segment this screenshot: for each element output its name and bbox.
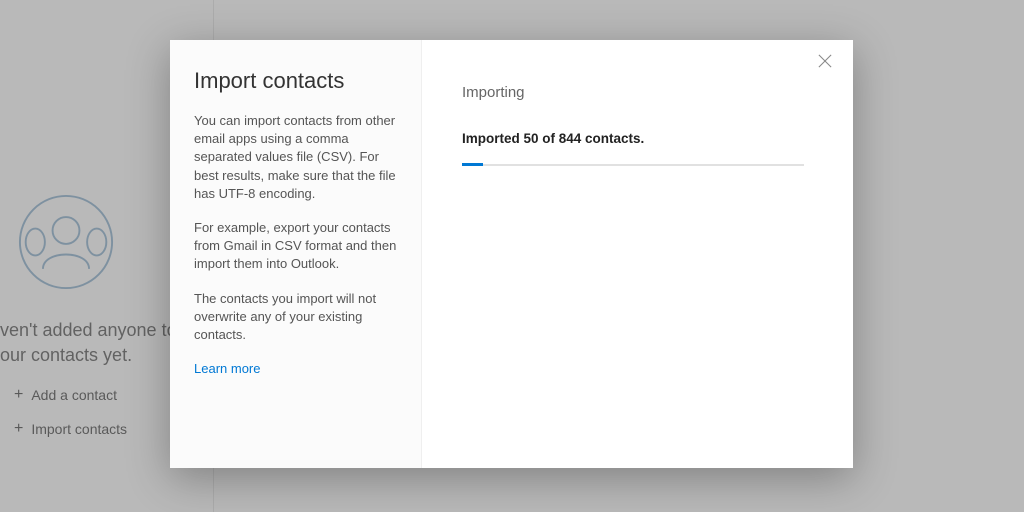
dialog-paragraph-1: You can import contacts from other email…: [194, 112, 397, 203]
importing-heading: Importing: [462, 84, 813, 101]
close-icon: [818, 54, 832, 68]
dialog-title: Import contacts: [194, 68, 397, 94]
dialog-paragraph-3: The contacts you import will not overwri…: [194, 290, 397, 345]
dialog-info-panel: Import contacts You can import contacts …: [170, 40, 422, 468]
close-button[interactable]: [813, 52, 837, 76]
learn-more-link[interactable]: Learn more: [194, 361, 260, 376]
import-contacts-dialog: Import contacts You can import contacts …: [170, 40, 853, 468]
dialog-paragraph-2: For example, export your contacts from G…: [194, 219, 397, 274]
progress-status-text: Imported 50 of 844 contacts.: [462, 131, 813, 146]
progress-bar: [462, 164, 804, 166]
dialog-progress-panel: Importing Imported 50 of 844 contacts.: [422, 40, 853, 468]
progress-fill: [462, 163, 483, 166]
